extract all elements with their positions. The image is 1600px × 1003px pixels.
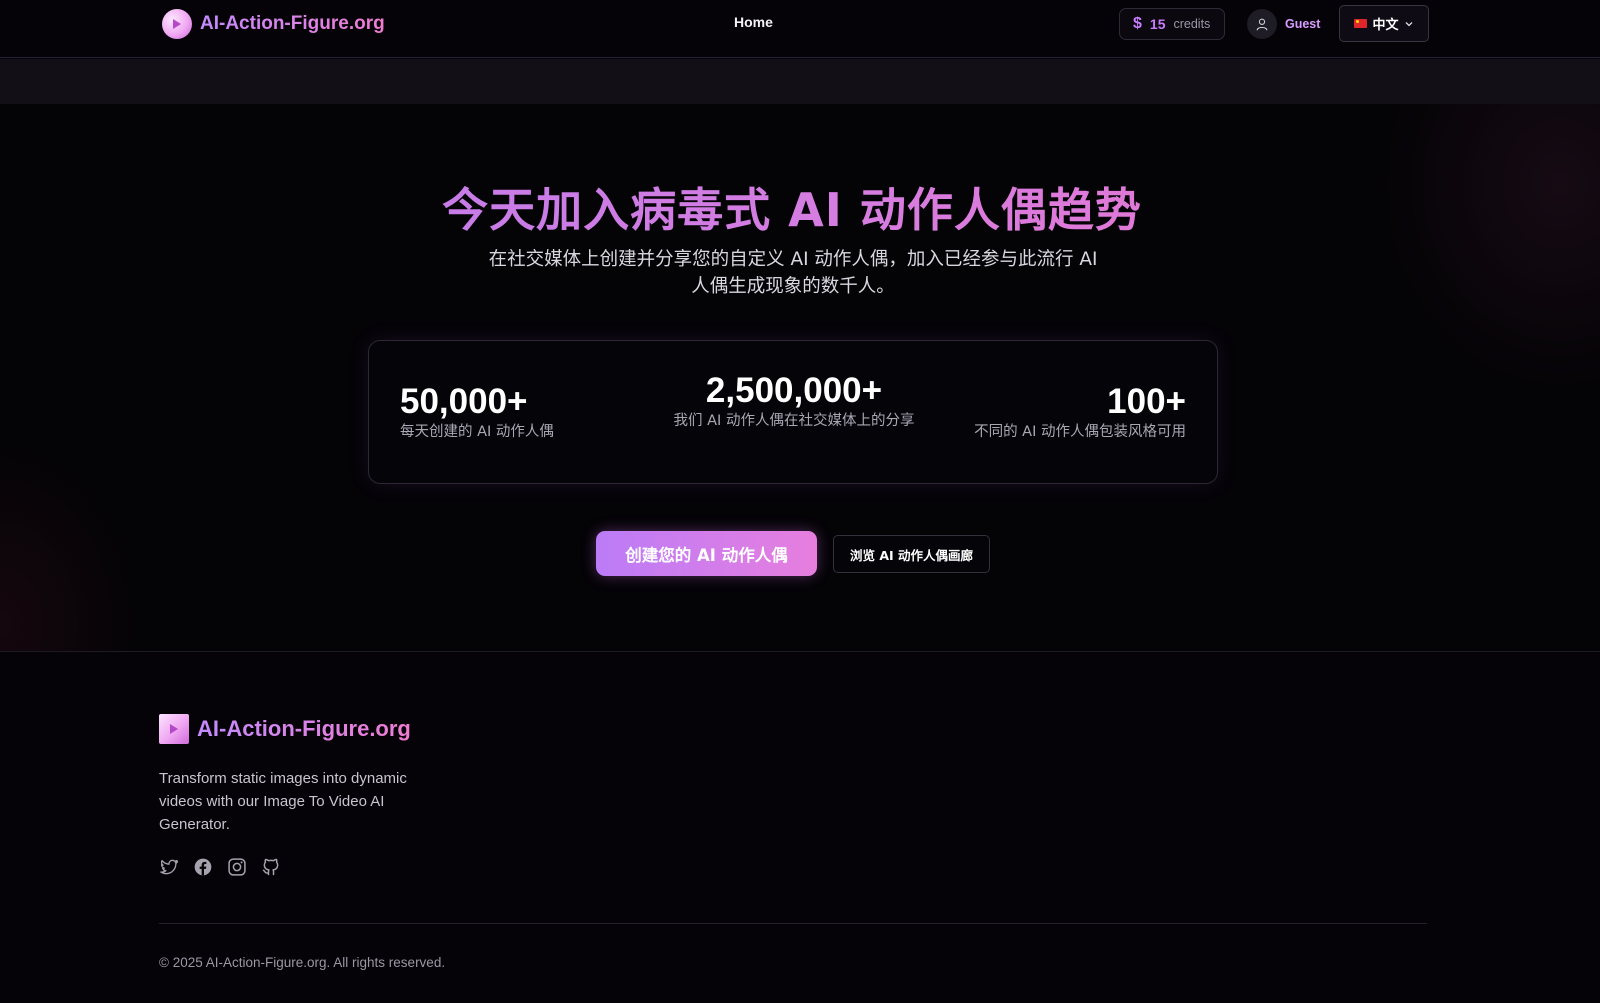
hero-subtitle: 在社交媒体上创建并分享您的自定义 AI 动作人偶，加入已经参与此流行 AI 人偶…: [488, 249, 1098, 297]
footer-divider: [159, 923, 1427, 924]
credits-count: 15: [1149, 16, 1166, 32]
top-navbar: AI-Action-Figure.org Home $ 15 credits G…: [0, 0, 1600, 58]
dollar-icon: $: [1133, 15, 1142, 32]
stat-daily-created: 50,000+ 每天创建的 AI 动作人偶: [400, 383, 554, 444]
footer-description: Transform static images into dynamic vid…: [159, 770, 407, 833]
footer-brand-name: AI-Action-Figure.org: [197, 716, 411, 741]
credits-badge[interactable]: $ 15 credits: [1119, 8, 1225, 40]
twitter-icon[interactable]: [159, 857, 179, 877]
stat-value: 100+: [1107, 382, 1186, 421]
create-figure-button[interactable]: 创建您的 AI 动作人偶: [596, 531, 817, 576]
copyright-text: © 2025 AI-Action-Figure.org. All rights …: [159, 955, 446, 970]
stat-label: 不同的 AI 动作人偶包装风格可用: [974, 424, 1186, 440]
hero-title: 今天加入病毒式 AI 动作人偶趋势: [0, 174, 1584, 240]
user-avatar: [1247, 9, 1277, 39]
china-flag-icon: [1354, 19, 1368, 28]
user-name: Guest: [1285, 17, 1321, 31]
stat-value: 50,000+: [400, 382, 528, 421]
stat-label: 每天创建的 AI 动作人偶: [400, 424, 554, 440]
credits-label: credits: [1173, 17, 1211, 31]
stat-label: 我们 AI 动作人偶在社交媒体上的分享: [673, 413, 915, 429]
stat-value: 2,500,000+: [705, 371, 883, 410]
social-links: [159, 857, 281, 877]
github-icon[interactable]: [261, 857, 281, 877]
sub-navbar: [0, 59, 1600, 104]
nav-home-link[interactable]: Home: [734, 14, 773, 30]
language-label: 中文: [1372, 17, 1399, 32]
footer-brand[interactable]: AI-Action-Figure.org: [159, 714, 411, 744]
user-icon: [1256, 18, 1268, 30]
stats-card: 50,000+ 每天创建的 AI 动作人偶 2,500,000+ 我们 AI 动…: [368, 340, 1218, 484]
language-select[interactable]: 中文: [1339, 5, 1429, 42]
chevron-down-icon: [1405, 21, 1412, 26]
hero-section: 今天加入病毒式 AI 动作人偶趋势 在社交媒体上创建并分享您的自定义 AI 动作…: [0, 104, 1600, 652]
brand-name: AI-Action-Figure.org: [200, 13, 385, 34]
stat-social-shares: 2,500,000+ 我们 AI 动作人偶在社交媒体上的分享: [669, 372, 919, 433]
facebook-icon[interactable]: [193, 857, 213, 877]
stat-package-styles: 100+ 不同的 AI 动作人偶包装风格可用: [974, 383, 1186, 444]
logo-icon: [159, 714, 189, 744]
instagram-icon[interactable]: [227, 857, 247, 877]
brand-link[interactable]: AI-Action-Figure.org: [162, 9, 385, 39]
browse-gallery-button[interactable]: 浏览 AI 动作人偶画廊: [833, 535, 990, 573]
user-menu[interactable]: Guest: [1247, 9, 1320, 39]
logo-icon: [162, 9, 192, 39]
